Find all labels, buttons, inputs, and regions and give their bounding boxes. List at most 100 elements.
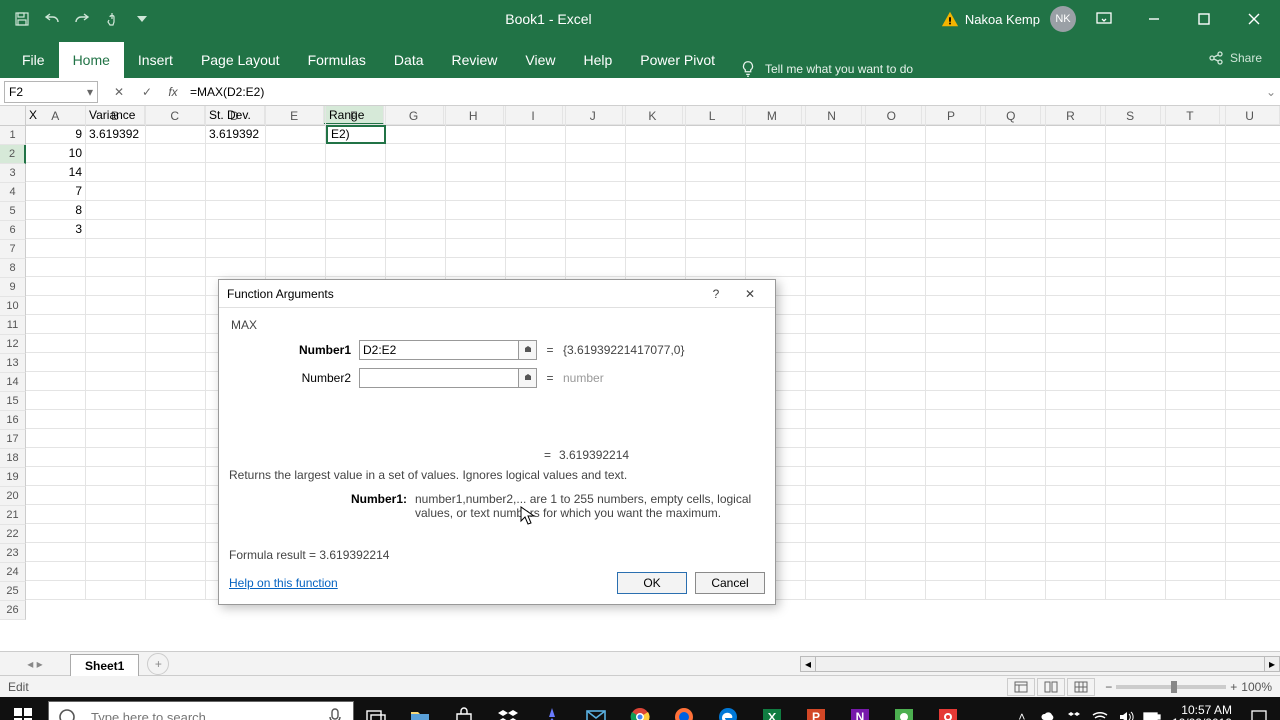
formula-input[interactable] xyxy=(184,81,1262,103)
cell[interactable] xyxy=(806,543,866,562)
chrome-icon[interactable] xyxy=(618,697,662,720)
row-header[interactable]: 18 xyxy=(0,449,26,468)
cell[interactable] xyxy=(686,258,746,277)
minimize-button[interactable] xyxy=(1132,0,1176,38)
cell[interactable] xyxy=(1106,524,1166,543)
cell[interactable] xyxy=(746,220,806,239)
cell[interactable] xyxy=(1166,467,1226,486)
cell[interactable]: 7 xyxy=(26,182,86,201)
cell[interactable] xyxy=(1106,125,1166,144)
cell[interactable] xyxy=(746,144,806,163)
ok-button[interactable]: OK xyxy=(617,572,687,594)
cell[interactable]: 3.619392 xyxy=(86,125,146,144)
cell[interactable] xyxy=(146,239,206,258)
cell[interactable] xyxy=(1046,220,1106,239)
cell[interactable] xyxy=(1046,334,1106,353)
cell[interactable] xyxy=(866,296,926,315)
cell[interactable] xyxy=(146,277,206,296)
cell[interactable] xyxy=(986,353,1046,372)
cell[interactable] xyxy=(806,486,866,505)
select-all-corner[interactable] xyxy=(0,106,26,125)
cell[interactable] xyxy=(806,182,866,201)
cell[interactable] xyxy=(746,239,806,258)
cell[interactable] xyxy=(506,239,566,258)
cell[interactable] xyxy=(986,201,1046,220)
cell[interactable] xyxy=(926,581,986,600)
cell[interactable] xyxy=(746,125,806,144)
cell[interactable] xyxy=(1226,581,1280,600)
cell[interactable] xyxy=(866,448,926,467)
cell[interactable] xyxy=(1046,581,1106,600)
row-header[interactable]: 16 xyxy=(0,411,26,430)
cell[interactable] xyxy=(986,467,1046,486)
cell[interactable] xyxy=(1166,410,1226,429)
collapse-dialog-icon[interactable] xyxy=(519,368,537,388)
horizontal-scrollbar[interactable]: ◂ ▸ xyxy=(800,656,1280,672)
cell[interactable] xyxy=(146,524,206,543)
cell[interactable] xyxy=(1106,258,1166,277)
cell[interactable] xyxy=(446,220,506,239)
cell[interactable] xyxy=(986,543,1046,562)
cell[interactable] xyxy=(746,201,806,220)
cell[interactable] xyxy=(806,220,866,239)
cell[interactable] xyxy=(806,562,866,581)
row-header[interactable]: 7 xyxy=(0,240,26,259)
cell[interactable] xyxy=(506,125,566,144)
redo-icon[interactable] xyxy=(68,5,96,33)
cell[interactable] xyxy=(266,106,326,125)
cell[interactable] xyxy=(1226,258,1280,277)
cancel-button[interactable]: Cancel xyxy=(695,572,765,594)
zoom-out-button[interactable]: − xyxy=(1105,680,1112,694)
number1-input[interactable] xyxy=(359,340,519,360)
sheet-nav[interactable]: ◂ ▸ xyxy=(0,657,70,671)
row-header[interactable]: 14 xyxy=(0,373,26,392)
cell[interactable] xyxy=(986,296,1046,315)
cell[interactable] xyxy=(1046,524,1106,543)
cell[interactable] xyxy=(926,524,986,543)
row-header[interactable]: 17 xyxy=(0,430,26,449)
cancel-formula-icon[interactable]: ✕ xyxy=(106,81,132,103)
cell[interactable] xyxy=(146,258,206,277)
cell[interactable] xyxy=(86,334,146,353)
cell[interactable] xyxy=(26,429,86,448)
row-header[interactable]: 1 xyxy=(0,126,26,145)
cell[interactable] xyxy=(326,144,386,163)
cell[interactable] xyxy=(926,391,986,410)
row-header[interactable]: 20 xyxy=(0,487,26,506)
cell[interactable] xyxy=(806,448,866,467)
cell[interactable] xyxy=(1106,372,1166,391)
tab-file[interactable]: File xyxy=(8,42,59,78)
cell[interactable] xyxy=(1106,334,1166,353)
cell[interactable] xyxy=(986,106,1046,125)
cell[interactable] xyxy=(1226,296,1280,315)
zoom-in-button[interactable]: + xyxy=(1230,680,1237,694)
cell[interactable] xyxy=(1106,486,1166,505)
expand-formula-bar-icon[interactable]: ⌄ xyxy=(1262,81,1280,103)
cell[interactable] xyxy=(746,163,806,182)
cell[interactable] xyxy=(206,258,266,277)
cell[interactable] xyxy=(1106,429,1166,448)
cell[interactable] xyxy=(1226,353,1280,372)
cell[interactable] xyxy=(1046,429,1106,448)
cell[interactable] xyxy=(1106,106,1166,125)
cell[interactable] xyxy=(1226,505,1280,524)
cell[interactable] xyxy=(866,372,926,391)
cell[interactable] xyxy=(866,467,926,486)
cell[interactable] xyxy=(26,562,86,581)
cell[interactable]: St. Dev. xyxy=(206,106,266,125)
cell[interactable] xyxy=(1166,429,1226,448)
cell[interactable] xyxy=(1226,524,1280,543)
cell[interactable] xyxy=(1106,410,1166,429)
cell[interactable] xyxy=(866,486,926,505)
new-sheet-button[interactable]: + xyxy=(147,653,169,675)
cell[interactable] xyxy=(86,562,146,581)
cell[interactable]: Variance xyxy=(86,106,146,125)
cell[interactable] xyxy=(1166,581,1226,600)
touch-mode-icon[interactable] xyxy=(98,5,126,33)
cell[interactable] xyxy=(926,163,986,182)
cell[interactable] xyxy=(1166,182,1226,201)
cell[interactable] xyxy=(1226,429,1280,448)
cell[interactable] xyxy=(1046,106,1106,125)
cell[interactable] xyxy=(86,239,146,258)
cell[interactable] xyxy=(146,562,206,581)
